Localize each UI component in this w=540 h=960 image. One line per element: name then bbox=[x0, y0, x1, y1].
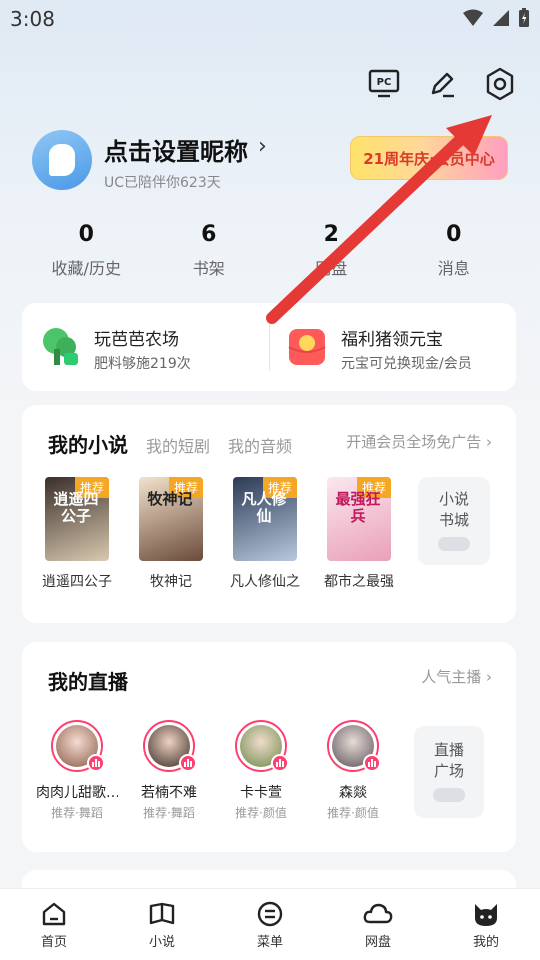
membership-duration: UC已陪伴你623天 bbox=[104, 175, 221, 191]
book-title: 牧神记 bbox=[150, 574, 192, 590]
avatar-placeholder-icon bbox=[49, 144, 75, 176]
book-item[interactable]: 推荐 凡人修仙 凡人修仙之 bbox=[230, 477, 300, 591]
promo-card: 玩芭芭农场 肥料够施219次 福利猪领元宝 元宝可兑换现金/会员 bbox=[22, 303, 516, 391]
chevron-pill-icon bbox=[433, 788, 465, 802]
book-cover: 推荐 逍遥四公子 bbox=[45, 477, 109, 561]
nav-home[interactable]: 首页 bbox=[0, 889, 108, 960]
avatar bbox=[51, 720, 105, 772]
svg-text:PC: PC bbox=[377, 77, 392, 88]
tab-my-audio[interactable]: 我的音频 bbox=[228, 433, 292, 457]
chevron-right-icon: › bbox=[258, 134, 267, 159]
settings-icon[interactable] bbox=[482, 66, 518, 102]
farm-subtitle: 肥料够施219次 bbox=[94, 356, 191, 372]
pig-subtitle: 元宝可兑换现金/会员 bbox=[341, 356, 472, 372]
book-cover: 推荐 最强狂兵 bbox=[327, 477, 391, 561]
live-indicator-icon bbox=[363, 754, 381, 772]
status-time: 3:08 bbox=[10, 7, 55, 31]
stat-cloud-drive[interactable]: 2 网盘 bbox=[276, 222, 386, 279]
streamer-name: 卡卡萱 bbox=[240, 785, 282, 801]
battery-icon bbox=[519, 8, 529, 27]
streamer-tag: 推荐·舞蹈 bbox=[51, 806, 103, 820]
pig-promo[interactable]: 福利猪领元宝 元宝可兑换现金/会员 bbox=[269, 303, 516, 391]
avatar[interactable] bbox=[32, 130, 92, 190]
avatar bbox=[143, 720, 197, 772]
home-icon bbox=[42, 902, 66, 926]
book-icon bbox=[149, 902, 175, 925]
nav-profile[interactable]: 我的 bbox=[432, 889, 540, 960]
live-section-title: 我的直播 bbox=[48, 670, 128, 694]
farm-tree-icon bbox=[43, 328, 78, 365]
pc-icon[interactable]: PC bbox=[366, 66, 402, 102]
book-title: 凡人修仙之 bbox=[230, 574, 300, 590]
streamer-list: 肉肉儿甜歌… 推荐·舞蹈 若楠不难 推荐·舞蹈 卡卡萱 推荐·颜值 森燚 推荐·… bbox=[36, 720, 394, 821]
streamer-name: 森燚 bbox=[339, 785, 367, 801]
streamer-item[interactable]: 若楠不难 推荐·舞蹈 bbox=[128, 720, 210, 821]
streamer-tag: 推荐·颜值 bbox=[235, 806, 287, 820]
book-title: 逍遥四公子 bbox=[42, 574, 112, 590]
stat-favorites[interactable]: 0 收藏/历史 bbox=[31, 222, 141, 279]
book-cover: 推荐 牧神记 bbox=[139, 477, 203, 561]
nav-cloud-drive[interactable]: 网盘 bbox=[324, 889, 432, 960]
streamer-name: 肉肉儿甜歌… bbox=[36, 785, 118, 801]
wifi-icon bbox=[463, 9, 483, 26]
farm-title: 玩芭芭农场 bbox=[94, 330, 179, 350]
stats-row: 0 收藏/历史 6 书架 2 网盘 0 消息 bbox=[25, 222, 515, 279]
vip-ad-free-link[interactable]: 开通会员全场免广告 › bbox=[346, 431, 492, 452]
streamer-tag: 推荐·颜值 bbox=[327, 806, 379, 820]
status-icons bbox=[462, 8, 530, 28]
streamer-item[interactable]: 森燚 推荐·颜值 bbox=[312, 720, 394, 821]
avatar bbox=[235, 720, 289, 772]
chevron-right-icon: › bbox=[486, 668, 492, 686]
nickname[interactable]: 点击设置昵称 bbox=[104, 132, 248, 167]
stat-bookshelf[interactable]: 6 书架 bbox=[154, 222, 264, 279]
red-envelope-icon bbox=[288, 329, 326, 365]
streamer-tag: 推荐·舞蹈 bbox=[143, 806, 195, 820]
nav-novel[interactable]: 小说 bbox=[108, 889, 216, 960]
menu-icon bbox=[257, 901, 283, 927]
pig-title: 福利猪领元宝 bbox=[341, 330, 443, 350]
book-cover: 推荐 凡人修仙 bbox=[233, 477, 297, 561]
streamer-item[interactable]: 卡卡萱 推荐·颜值 bbox=[220, 720, 302, 821]
book-list: 推荐 逍遥四公子 逍遥四公子 推荐 牧神记 牧神记 推荐 凡人修仙 凡人修仙之 … bbox=[42, 477, 394, 591]
nav-menu[interactable]: 菜单 bbox=[216, 889, 324, 960]
my-live-card: 我的直播 人气主播 › 肉肉儿甜歌… 推荐·舞蹈 若楠不难 推荐·舞蹈 卡卡萱 … bbox=[22, 642, 516, 852]
signal-icon bbox=[493, 10, 509, 26]
cloud-icon bbox=[363, 903, 393, 924]
tab-my-novels[interactable]: 我的小说 bbox=[48, 429, 128, 458]
bottom-nav: 首页 小说 菜单 网盘 我的 bbox=[0, 888, 540, 960]
book-item[interactable]: 推荐 最强狂兵 都市之最强 bbox=[324, 477, 394, 591]
edit-icon[interactable] bbox=[424, 66, 460, 102]
novel-tabs: 我的小说 我的短剧 我的音频 bbox=[48, 429, 292, 458]
live-indicator-icon bbox=[179, 754, 197, 772]
status-bar: 3:08 bbox=[0, 0, 540, 40]
popular-hosts-link[interactable]: 人气主播 › bbox=[421, 666, 492, 687]
book-title: 都市之最强 bbox=[324, 574, 394, 590]
my-novels-card: 我的小说 我的短剧 我的音频 开通会员全场免广告 › 推荐 逍遥四公子 逍遥四公… bbox=[22, 405, 516, 623]
streamer-item[interactable]: 肉肉儿甜歌… 推荐·舞蹈 bbox=[36, 720, 118, 821]
top-toolbar: PC bbox=[366, 66, 518, 102]
live-indicator-icon bbox=[87, 754, 105, 772]
live-plaza-button[interactable]: 直播 广场 bbox=[414, 726, 484, 818]
book-item[interactable]: 推荐 牧神记 牧神记 bbox=[136, 477, 206, 591]
novel-bookstore-button[interactable]: 小说 书城 bbox=[418, 477, 490, 565]
profile-icon bbox=[475, 904, 497, 926]
live-indicator-icon bbox=[271, 754, 289, 772]
chevron-right-icon: › bbox=[486, 433, 492, 451]
chevron-pill-icon bbox=[438, 537, 470, 551]
streamer-name: 若楠不难 bbox=[141, 785, 197, 801]
book-item[interactable]: 推荐 逍遥四公子 逍遥四公子 bbox=[42, 477, 112, 591]
avatar bbox=[327, 720, 381, 772]
member-center-badge[interactable]: 21周年庆·会员中心 bbox=[350, 136, 508, 180]
profile-header[interactable]: 点击设置昵称 › UC已陪伴你623天 21周年庆·会员中心 bbox=[32, 130, 512, 194]
stat-messages[interactable]: 0 消息 bbox=[399, 222, 509, 279]
tab-my-dramas[interactable]: 我的短剧 bbox=[146, 433, 210, 457]
farm-promo[interactable]: 玩芭芭农场 肥料够施219次 bbox=[22, 303, 269, 391]
